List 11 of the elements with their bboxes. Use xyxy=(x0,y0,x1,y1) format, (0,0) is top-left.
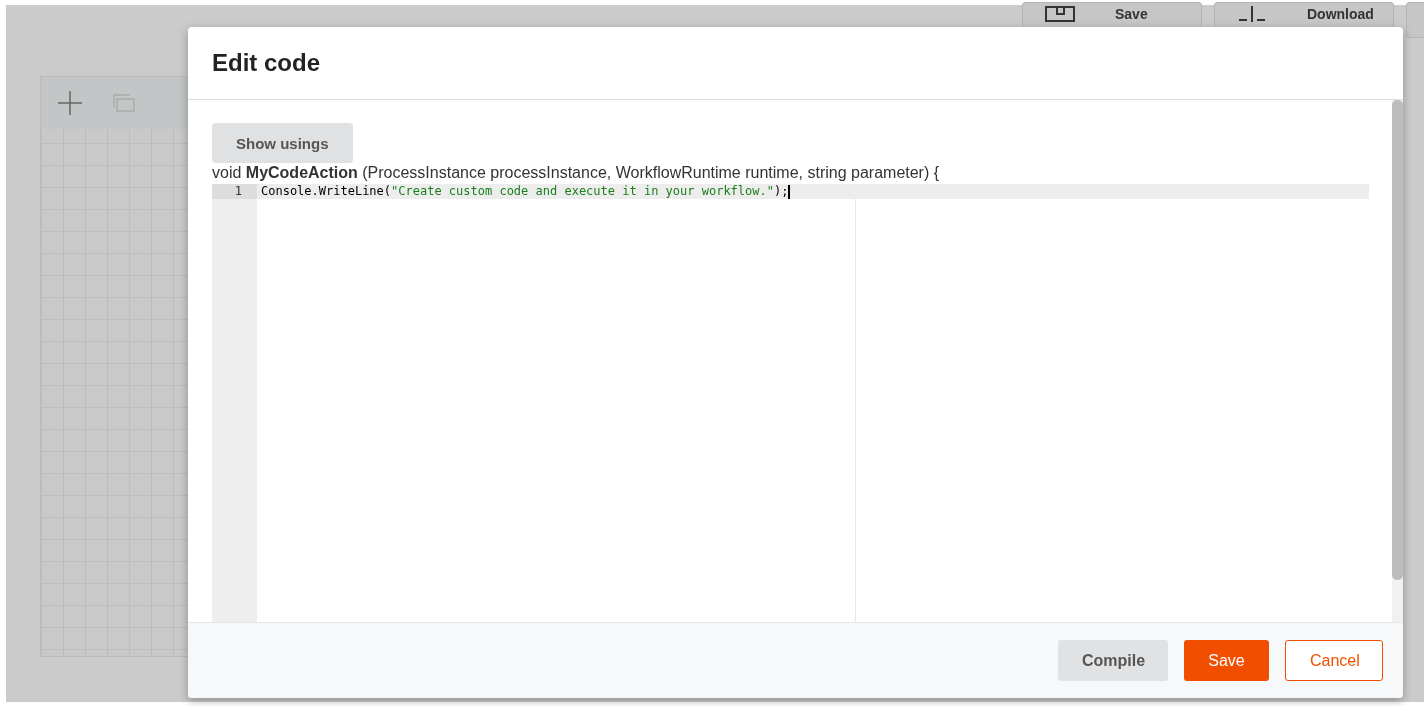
dialog-title: Edit code xyxy=(212,49,320,77)
download-icon xyxy=(1237,6,1267,22)
save-icon xyxy=(1045,6,1075,22)
plus-icon[interactable] xyxy=(57,90,83,116)
show-usings-button[interactable]: Show usings xyxy=(212,123,353,163)
cancel-button[interactable]: Cancel xyxy=(1285,640,1383,681)
save-button[interactable]: Save xyxy=(1184,640,1269,681)
compile-button[interactable]: Compile xyxy=(1058,640,1168,681)
line-number: 1 xyxy=(212,184,257,199)
method-signature: void MyCodeAction (ProcessInstance processInstance, WorkflowRuntime runtime, string parameter) { xyxy=(212,164,941,182)
scrollbar-thumb[interactable] xyxy=(1392,100,1403,580)
